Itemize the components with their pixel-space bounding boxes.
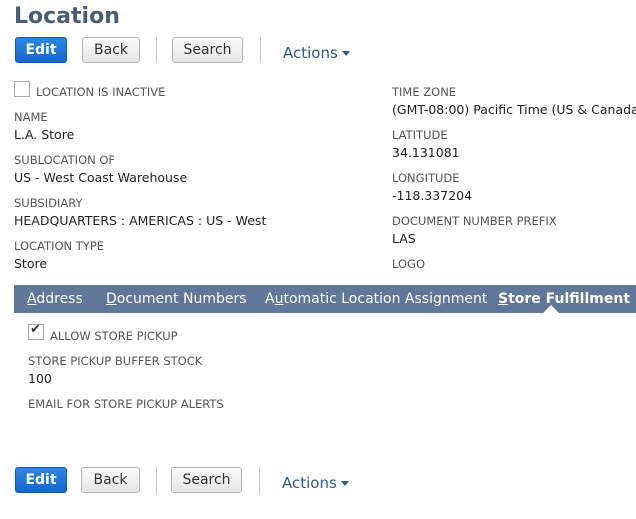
tab-document-numbers[interactable]: Document Numbers — [106, 291, 247, 307]
time-zone-value: (GMT-08:00) Pacific Time (US & Canada) — [392, 102, 636, 117]
checkmark-icon: ✔ — [30, 322, 41, 337]
active-tab-indicator — [543, 305, 559, 313]
toolbar-separator-bottom — [156, 467, 157, 495]
logo-label: Logo — [392, 257, 426, 271]
allow-store-pickup-checkbox[interactable]: ✔ — [28, 322, 44, 340]
search-button-bottom[interactable]: Search — [171, 467, 242, 493]
actions-label: Actions — [283, 44, 338, 62]
subsidiary-label: Subsidiary — [14, 196, 83, 210]
toolbar-separator — [260, 37, 261, 63]
name-label: Name — [14, 110, 48, 124]
subsidiary-value: HEADQUARTERS : AMERICAS : US - West — [14, 213, 267, 228]
location-inactive-label: Location is Inactive — [36, 85, 166, 99]
latitude-label: Latitude — [392, 128, 448, 142]
longitude-label: Longitude — [392, 171, 460, 185]
longitude-value: -118.337204 — [392, 188, 473, 203]
location-inactive-checkbox[interactable] — [14, 81, 30, 97]
tab-store-fulfillment[interactable]: Store Fulfillment — [498, 291, 630, 307]
search-button[interactable]: Search — [172, 37, 243, 63]
time-zone-label: Time Zone — [392, 85, 457, 99]
page-title: Location — [14, 4, 120, 29]
caret-down-icon — [341, 51, 350, 56]
buffer-stock-label: Store Pickup Buffer Stock — [28, 354, 203, 368]
toolbar-separator — [156, 37, 157, 63]
back-button[interactable]: Back — [82, 37, 140, 63]
back-button-bottom[interactable]: Back — [81, 467, 140, 493]
actions-menu[interactable]: Actions — [283, 44, 350, 62]
doc-prefix-value: LAS — [392, 231, 416, 246]
location-type-value: Store — [14, 256, 48, 271]
edit-button-bottom[interactable]: Edit — [15, 467, 67, 493]
buffer-stock-value: 100 — [28, 371, 52, 386]
edit-button[interactable]: Edit — [15, 37, 67, 63]
name-value: L.A. Store — [14, 127, 75, 142]
toolbar-separator-bottom — [259, 467, 260, 495]
actions-menu-bottom[interactable]: Actions — [282, 474, 349, 492]
latitude-value: 34.131081 — [392, 145, 460, 160]
sublocation-label: Sublocation of — [14, 153, 116, 167]
actions-label-bottom: Actions — [282, 474, 337, 492]
caret-down-icon — [340, 481, 349, 486]
sublocation-value: US - West Coast Warehouse — [14, 170, 188, 185]
location-type-label: Location Type — [14, 239, 105, 253]
tab-address[interactable]: Address — [27, 291, 83, 307]
email-alerts-label: Email for Store Pickup Alerts — [28, 397, 224, 411]
allow-store-pickup-label: Allow Store Pickup — [50, 329, 178, 343]
tab-automatic-location-assignment[interactable]: Automatic Location Assignment — [265, 291, 487, 307]
doc-prefix-label: Document Number Prefix — [392, 214, 557, 228]
